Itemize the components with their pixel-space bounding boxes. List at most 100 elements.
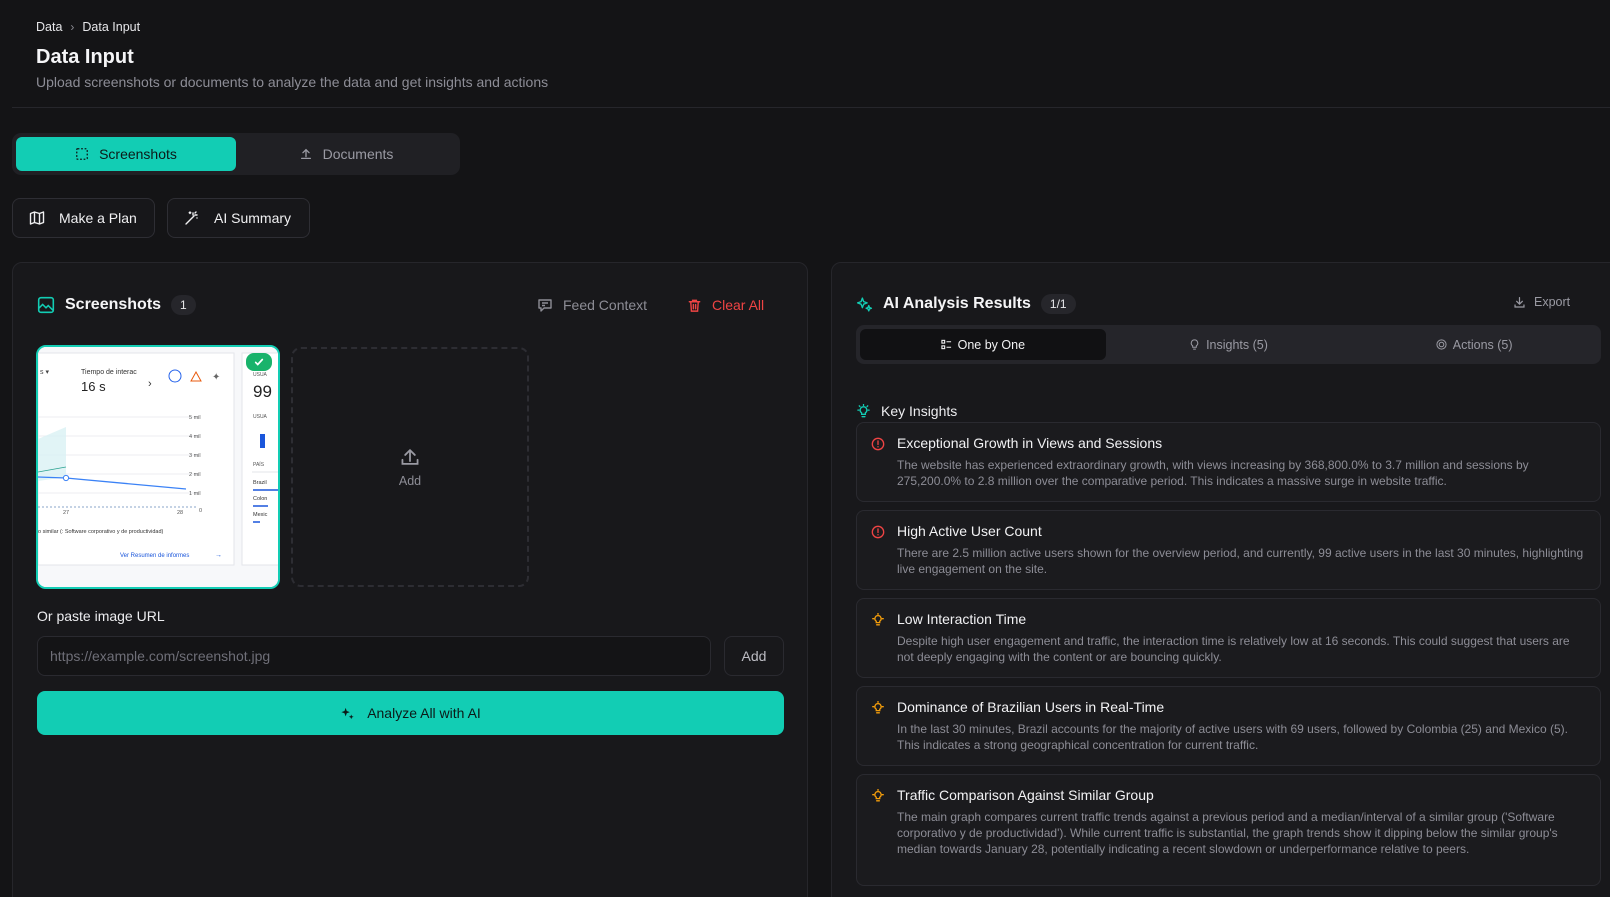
make-plan-button[interactable]: Make a Plan bbox=[12, 198, 155, 238]
page-subtitle: Upload screenshots or documents to analy… bbox=[36, 74, 549, 90]
screenshot-icon bbox=[76, 148, 88, 160]
insight-description: In the last 30 minutes, Brazil accounts … bbox=[897, 722, 1568, 752]
lightbulb-icon bbox=[872, 701, 884, 714]
ai-summary-button[interactable]: AI Summary bbox=[167, 198, 310, 238]
input-type-tabs: Screenshots Documents bbox=[12, 133, 460, 175]
tab-documents[interactable]: Documents bbox=[236, 137, 456, 171]
add-screenshot-tile[interactable]: Add bbox=[291, 347, 529, 587]
thumb-y-tick: 4 mil bbox=[189, 434, 201, 440]
lightbulb-icon bbox=[872, 613, 884, 626]
magic-wand-icon bbox=[185, 211, 198, 225]
screenshot-preview: s ▾ Tiempo de interac 16 s › ✦ 5 mil 4 m… bbox=[38, 347, 278, 587]
insight-title: High Active User Count bbox=[897, 523, 1042, 539]
analyze-all-button[interactable]: Analyze All with AI bbox=[37, 691, 784, 735]
insight-title: Traffic Comparison Against Similar Group bbox=[897, 787, 1154, 803]
tab-actions-label: Actions (5) bbox=[1452, 337, 1513, 352]
clear-all-button[interactable]: Clear All bbox=[687, 297, 764, 313]
ai-results-panel: AI Analysis Results 1/1 Export One by On… bbox=[831, 262, 1610, 897]
thumb-link: Ver Resumen de informes bbox=[120, 553, 189, 559]
screenshots-panel-header: Screenshots 1 bbox=[37, 295, 196, 315]
tab-insights[interactable]: Insights (5) bbox=[1106, 329, 1352, 360]
thumb-side-label2: PAÍS bbox=[253, 461, 265, 468]
thumb-y-tick: 1 mil bbox=[189, 491, 201, 497]
screenshot-thumbnail[interactable]: s ▾ Tiempo de interac 16 s › ✦ 5 mil 4 m… bbox=[36, 345, 280, 589]
insight-card[interactable]: Dominance of Brazilian Users in Real-Tim… bbox=[856, 686, 1601, 766]
url-label: Or paste image URL bbox=[37, 608, 165, 624]
tab-one-by-one[interactable]: One by One bbox=[860, 329, 1106, 360]
make-plan-label: Make a Plan bbox=[59, 210, 137, 226]
insight-card[interactable]: Low Interaction Time Despite high user e… bbox=[856, 598, 1601, 678]
insight-title: Low Interaction Time bbox=[897, 611, 1027, 627]
thumb-side-label: USUA bbox=[253, 372, 268, 378]
thumb-x-tick: 28 bbox=[177, 510, 183, 516]
tab-documents-label: Documents bbox=[322, 146, 394, 162]
alert-circle-icon bbox=[871, 525, 885, 539]
svg-text:›: › bbox=[148, 378, 152, 390]
insight-description: There are 2.5 million active users shown… bbox=[897, 546, 1584, 576]
key-insights-label: Key Insights bbox=[881, 403, 958, 419]
page-title: Data Input bbox=[36, 46, 134, 68]
message-plus-icon bbox=[538, 299, 552, 312]
insight-card[interactable]: High Active User Count There are 2.5 mil… bbox=[856, 510, 1601, 590]
thumb-side-value: 99 bbox=[253, 382, 272, 401]
thumb-footer-text: o similar (: Software corporativo y de p… bbox=[38, 529, 163, 535]
export-label: Export bbox=[1534, 295, 1571, 309]
upload-icon bbox=[401, 448, 419, 465]
ai-results-title: AI Analysis Results bbox=[883, 295, 1031, 312]
page-header: Data › Data Input Data Input Upload scre… bbox=[12, 0, 1610, 108]
lightbulb-icon bbox=[857, 403, 870, 417]
sparkles-icon bbox=[856, 296, 873, 312]
thumb-y-tick: 5 mil bbox=[189, 415, 201, 421]
insight-description: The main graph compares current traffic … bbox=[897, 810, 1558, 856]
thumb-side-row: Colon bbox=[253, 496, 267, 502]
screenshots-count-badge: 1 bbox=[171, 295, 196, 315]
insight-card[interactable]: Traffic Comparison Against Similar Group… bbox=[856, 774, 1601, 886]
feed-context-label: Feed Context bbox=[563, 297, 648, 313]
thumb-y-tick: 0 bbox=[199, 508, 202, 514]
url-add-button[interactable]: Add bbox=[724, 636, 784, 676]
feed-context-button[interactable]: Feed Context bbox=[537, 297, 647, 313]
alert-circle-icon bbox=[871, 437, 885, 451]
sparkles-icon bbox=[341, 707, 354, 719]
map-icon bbox=[29, 211, 45, 225]
tab-screenshots-label: Screenshots bbox=[99, 146, 177, 162]
tab-one-by-one-label: One by One bbox=[957, 337, 1026, 352]
clear-all-label: Clear All bbox=[712, 297, 765, 313]
breadcrumb: Data › Data Input bbox=[36, 20, 140, 34]
tab-insights-label: Insights (5) bbox=[1206, 337, 1268, 352]
results-view-tabs: One by One Insights (5) Actions (5) bbox=[856, 325, 1601, 364]
thumb-y-tick: 3 mil bbox=[189, 453, 201, 459]
tab-screenshots[interactable]: Screenshots bbox=[16, 137, 236, 171]
lightbulb-icon bbox=[1190, 339, 1199, 350]
thumb-side-row: Mexic bbox=[253, 512, 268, 518]
selected-check-icon bbox=[246, 353, 272, 371]
key-insights-heading: Key Insights bbox=[856, 403, 957, 419]
insight-description: The website has experienced extraordinar… bbox=[897, 458, 1529, 488]
ai-results-header: AI Analysis Results 1/1 bbox=[856, 294, 1076, 314]
ai-summary-label: AI Summary bbox=[214, 210, 292, 226]
thumb-x-tick: 27 bbox=[63, 510, 69, 516]
insight-description: Despite high user engagement and traffic… bbox=[897, 634, 1570, 664]
download-icon bbox=[1514, 296, 1525, 308]
target-icon bbox=[1436, 339, 1447, 350]
svg-text:✦: ✦ bbox=[212, 372, 220, 383]
trash-icon bbox=[688, 299, 701, 312]
tab-actions[interactable]: Actions (5) bbox=[1351, 329, 1597, 360]
breadcrumb-item-current: Data Input bbox=[82, 20, 141, 34]
chevron-right-icon: › bbox=[70, 20, 75, 34]
insight-title: Dominance of Brazilian Users in Real-Tim… bbox=[897, 699, 1165, 715]
lightbulb-icon bbox=[872, 789, 884, 802]
svg-text:s ▾: s ▾ bbox=[40, 369, 49, 376]
upload-icon bbox=[300, 148, 311, 160]
thumb-y-tick: 2 mil bbox=[189, 472, 201, 478]
screenshots-panel-title: Screenshots bbox=[65, 296, 162, 313]
insight-card[interactable]: Exceptional Growth in Views and Sessions… bbox=[856, 422, 1601, 502]
thumb-side-label: USUA bbox=[253, 414, 268, 420]
breadcrumb-item-data[interactable]: Data bbox=[36, 20, 62, 34]
export-button[interactable]: Export bbox=[1513, 295, 1570, 309]
add-tile-label: Add bbox=[398, 474, 422, 488]
image-icon bbox=[37, 296, 55, 314]
image-url-input[interactable] bbox=[37, 636, 711, 676]
thumb-side-row: Brazil bbox=[253, 480, 267, 486]
screenshots-panel: Screenshots 1 Feed Context Clear All s ▾… bbox=[12, 262, 808, 897]
